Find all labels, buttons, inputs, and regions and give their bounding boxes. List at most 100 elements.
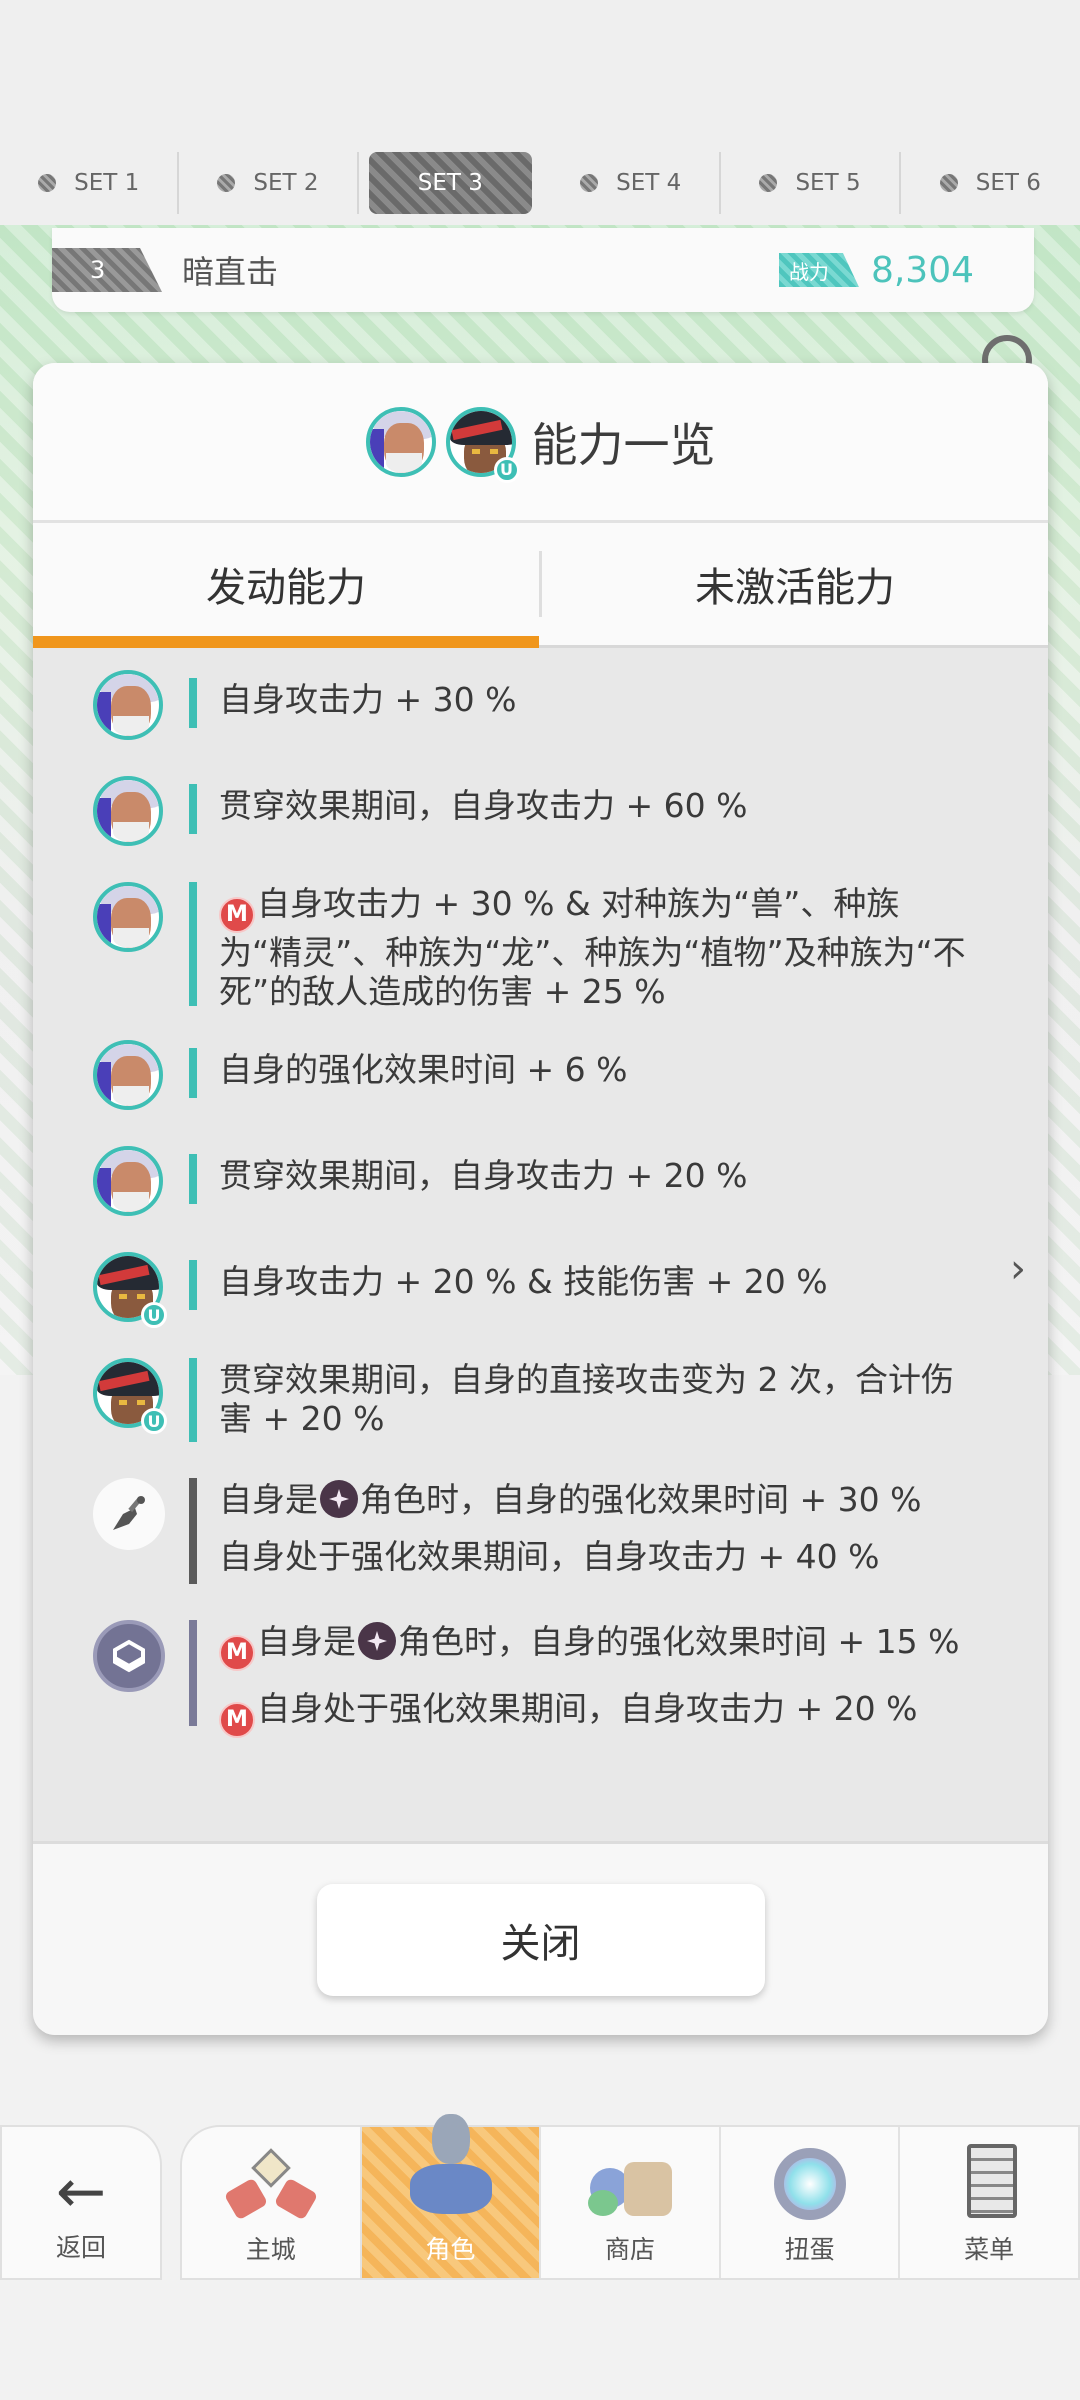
ability-line-text: 自身是 [257, 1622, 356, 1661]
back-arrow-icon: ← [55, 2157, 107, 2227]
ability-text: 贯穿效果期间，自身攻击力 + 60 % [219, 776, 979, 825]
nav-item-menu[interactable]: 菜单 [900, 2127, 1078, 2278]
ability-line: 贯穿效果期间，自身的直接攻击变为 2 次，合计伤害 + 20 % [219, 1360, 954, 1438]
menu-icon [939, 2144, 1039, 2224]
ability-source [93, 1040, 173, 1110]
bottom-navigation: ← 返回 主城 角色 商店 扭蛋 菜单 [0, 2114, 1080, 2280]
gacha-icon [760, 2144, 860, 2224]
ability-line-text: 角色时，自身的强化效果时间 + 30 % [360, 1480, 922, 1519]
m-rank-badge-icon: M [219, 1702, 255, 1738]
ability-list[interactable]: 自身攻击力 + 30 % 贯穿效果期间，自身攻击力 + 60 % M 自身攻击力 … [33, 648, 1048, 1841]
dark-hair-avatar-wrap: U [445, 406, 520, 483]
ability-row: 自身是 角色时，自身的强化效果时间 + 30 % 自身处于强化效果期间，自身攻击力… [33, 1478, 1048, 1620]
close-button[interactable]: 关闭 [316, 1883, 765, 1996]
ability-text: 贯穿效果期间，自身攻击力 + 20 % [219, 1146, 979, 1195]
ability-source [93, 1620, 173, 1692]
ability-row: M 自身是 角色时，自身的强化效果时间 + 15 % M 自身处于强化效果期间，自身攻… [33, 1620, 1048, 1760]
ability-line-text: 自身处于强化效果期间，自身攻击力 + 40 % [219, 1537, 880, 1576]
ability-bar [189, 784, 197, 834]
dialog-header: U 能力一览 [33, 363, 1048, 523]
ability-source [93, 776, 173, 846]
ability-line: 自身是 角色时，自身的强化效果时间 + 30 % [219, 1480, 979, 1519]
castle-icon [221, 2144, 321, 2224]
nav-item-shop[interactable]: 商店 [541, 2127, 721, 2278]
ability-bar [189, 1048, 197, 1098]
tab-inactive-abilities[interactable]: 未激活能力 [542, 523, 1048, 645]
set-tab-label: SET 1 [74, 169, 140, 196]
ability-text: 自身攻击力 + 30 % [219, 670, 979, 719]
ability-tabs: 发动能力 未激活能力 [33, 523, 1048, 648]
tab-set-3[interactable]: SET 3 [368, 151, 533, 214]
ability-line: 贯穿效果期间，自身攻击力 + 60 % [219, 786, 748, 825]
nav-item-castle[interactable]: 主城 [182, 2127, 362, 2278]
character-icon [400, 2114, 500, 2224]
ability-bar [189, 1620, 197, 1726]
ability-line-text: 自身处于强化效果期间，自身攻击力 + 20 % [257, 1689, 918, 1728]
shop-icon [580, 2144, 680, 2224]
back-label: 返回 [55, 2233, 106, 2262]
ability-source [93, 882, 173, 952]
ability-bar [189, 1358, 197, 1442]
dialog-title: 能力一览 [531, 417, 716, 472]
ability-line: 自身攻击力 + 30 % [219, 680, 517, 719]
set-info-strip: 3 暗直击 战力 8,304 [52, 228, 1034, 312]
ability-row: U 贯穿效果期间，自身的直接攻击变为 2 次，合计伤害 + 20 % [33, 1358, 1048, 1478]
power-value: 8,304 [870, 249, 974, 291]
ability-row: 自身攻击力 + 30 % [33, 670, 1048, 776]
ability-bar [189, 1154, 197, 1204]
set-tab-label: SET 5 [795, 169, 861, 196]
dialog-footer: 关闭 [33, 1841, 1048, 2035]
ability-source [93, 1478, 173, 1550]
ability-text: 自身的强化效果时间 + 6 % [219, 1040, 979, 1089]
unique-badge-icon: U [141, 1302, 167, 1328]
set-dot-icon [580, 173, 599, 192]
power-label: 战力 [778, 253, 859, 287]
unique-badge-icon: U [141, 1408, 167, 1434]
ability-source [93, 1146, 173, 1216]
ability-bar [189, 678, 197, 728]
tab-set-4[interactable]: SET 4 [542, 151, 722, 214]
set-name[interactable]: 暗直击 [182, 247, 779, 293]
set-number-badge: 3 [52, 248, 162, 292]
set-tabs: SET 1 SET 2 SET 3 SET 4 SET 5 SET 6 [0, 150, 1080, 215]
attacker-type-icon [358, 1622, 396, 1660]
nav-label: 主城 [245, 2235, 296, 2264]
ability-text: 自身攻击力 + 20 % & 技能伤害 + 20 % [219, 1252, 979, 1301]
ability-line: 自身的强化效果时间 + 6 % [219, 1050, 628, 1089]
chevron-right-icon[interactable]: › [1010, 1246, 1026, 1292]
ability-source: U [93, 1358, 173, 1434]
nav-label: 扭蛋 [784, 2235, 835, 2264]
ability-text: 贯穿效果期间，自身的直接攻击变为 2 次，合计伤害 + 20 % [219, 1358, 979, 1438]
tab-set-5[interactable]: SET 5 [721, 151, 901, 214]
nav-item-gacha[interactable]: 扭蛋 [721, 2127, 901, 2278]
ability-line: M 自身处于强化效果期间，自身攻击力 + 20 % [219, 1689, 979, 1738]
ability-line: 自身攻击力 + 20 % & 技能伤害 + 20 % [219, 1262, 828, 1301]
ability-row: M 自身攻击力 + 30 % & 对种族为“兽”、种族为“精灵”、种族为“龙”、种… [33, 882, 1048, 1040]
ability-source: U [93, 1252, 173, 1328]
ability-text: M 自身是 角色时，自身的强化效果时间 + 15 % M 自身处于强化效果期间，自身攻… [219, 1620, 979, 1738]
tab-set-2[interactable]: SET 2 [179, 151, 359, 214]
armor-emblem-icon [93, 1620, 165, 1692]
header-avatars: U [365, 406, 520, 483]
ability-line-text: 自身攻击力 + 30 % & 对种族为“兽”、种族为“精灵”、种族为“龙”、种族… [219, 884, 966, 1011]
set-dot-icon [759, 173, 778, 192]
ability-bar [189, 1478, 197, 1584]
set-tab-label: SET 2 [253, 169, 319, 196]
silver-hair-character-avatar-icon [93, 882, 163, 952]
silver-hair-character-avatar-icon [93, 670, 163, 740]
nav-label: 商店 [604, 2235, 655, 2264]
ability-bar [189, 882, 197, 1006]
tab-set-1[interactable]: SET 1 [0, 151, 180, 214]
ability-row: 贯穿效果期间，自身攻击力 + 60 % [33, 776, 1048, 882]
silver-hair-character-avatar-icon [93, 1040, 163, 1110]
ability-bar [189, 1260, 197, 1310]
tab-set-6[interactable]: SET 6 [901, 152, 1080, 214]
ability-source [93, 670, 173, 740]
nav-item-character[interactable]: 角色 [361, 2114, 542, 2278]
attacker-type-icon [320, 1480, 358, 1518]
set-dot-icon [38, 173, 57, 192]
tab-active-abilities[interactable]: 发动能力 [33, 523, 539, 648]
set-tab-label: SET 6 [975, 169, 1041, 196]
nav-label: 菜单 [964, 2235, 1015, 2264]
back-button[interactable]: ← 返回 [0, 2125, 162, 2280]
